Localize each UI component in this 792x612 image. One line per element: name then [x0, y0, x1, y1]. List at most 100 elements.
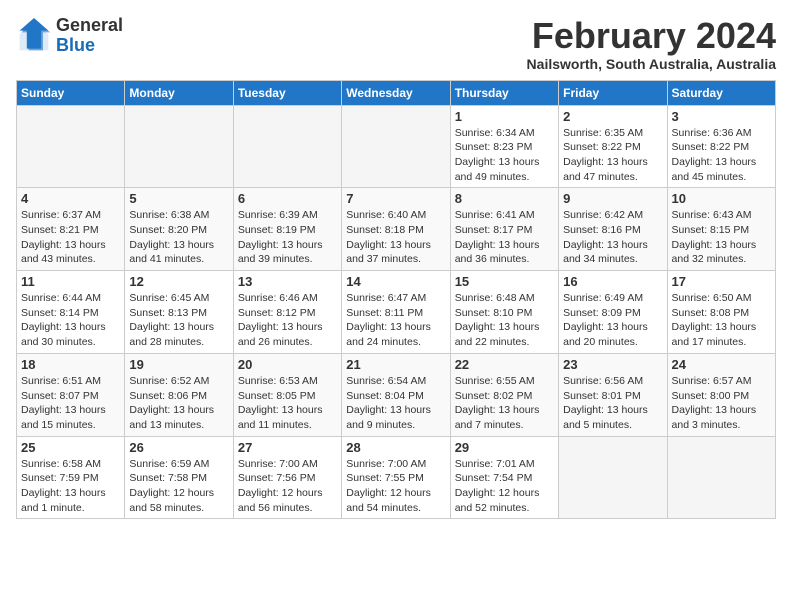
- day-number: 22: [455, 357, 554, 372]
- calendar-table: SundayMondayTuesdayWednesdayThursdayFrid…: [16, 80, 776, 520]
- day-number: 18: [21, 357, 120, 372]
- day-info: Sunrise: 6:47 AM Sunset: 8:11 PM Dayligh…: [346, 291, 445, 350]
- day-number: 7: [346, 191, 445, 206]
- calendar-cell: 23 Sunrise: 6:56 AM Sunset: 8:01 PM Dayli…: [559, 353, 667, 436]
- day-number: 2: [563, 109, 662, 124]
- calendar-cell: 12Sunrise: 6:45 AM Sunset: 8:13 PM Dayli…: [125, 271, 233, 354]
- calendar-cell: [125, 105, 233, 188]
- weekday-header-sunday: Sunday: [17, 80, 125, 105]
- day-info: Sunrise: 7:00 AM Sunset: 7:56 PM Dayligh…: [238, 457, 337, 516]
- day-number: 25: [21, 440, 120, 455]
- day-number: 5: [129, 191, 228, 206]
- day-info: Sunrise: 6:50 AM Sunset: 8:08 PM Dayligh…: [672, 291, 771, 350]
- day-number: 12: [129, 274, 228, 289]
- calendar-cell: [233, 105, 341, 188]
- day-info: Sunrise: 6:54 AM Sunset: 8:04 PM Dayligh…: [346, 374, 445, 433]
- day-info: Sunrise: 6:36 AM Sunset: 8:22 PM Dayligh…: [672, 126, 771, 185]
- day-number: 6: [238, 191, 337, 206]
- logo-icon: [16, 18, 52, 54]
- day-number: 20: [238, 357, 337, 372]
- day-info: Sunrise: 6:44 AM Sunset: 8:14 PM Dayligh…: [21, 291, 120, 350]
- day-info: Sunrise: 6:40 AM Sunset: 8:18 PM Dayligh…: [346, 208, 445, 267]
- calendar-cell: 28 Sunrise: 7:00 AM Sunset: 7:55 PM Dayli…: [342, 436, 450, 519]
- week-row-3: 11 Sunrise: 6:44 AM Sunset: 8:14 PM Dayli…: [17, 271, 776, 354]
- weekday-header-friday: Friday: [559, 80, 667, 105]
- day-number: 29: [455, 440, 554, 455]
- calendar-cell: 2 Sunrise: 6:35 AM Sunset: 8:22 PM Daylig…: [559, 105, 667, 188]
- calendar-cell: 18 Sunrise: 6:51 AM Sunset: 8:07 PM Dayli…: [17, 353, 125, 436]
- day-number: 21: [346, 357, 445, 372]
- calendar-cell: [667, 436, 775, 519]
- calendar-cell: 16 Sunrise: 6:49 AM Sunset: 8:09 PM Dayli…: [559, 271, 667, 354]
- weekday-header-saturday: Saturday: [667, 80, 775, 105]
- day-number: 1: [455, 109, 554, 124]
- day-number: 10: [672, 191, 771, 206]
- calendar-cell: 8Sunrise: 6:41 AM Sunset: 8:17 PM Daylig…: [450, 188, 558, 271]
- day-info: Sunrise: 6:53 AM Sunset: 8:05 PM Dayligh…: [238, 374, 337, 433]
- calendar-cell: 24 Sunrise: 6:57 AM Sunset: 8:00 PM Dayli…: [667, 353, 775, 436]
- day-info: Sunrise: 6:37 AM Sunset: 8:21 PM Dayligh…: [21, 208, 120, 267]
- page-header: General Blue February 2024 Nailsworth, S…: [16, 16, 776, 72]
- calendar-cell: 22 Sunrise: 6:55 AM Sunset: 8:02 PM Dayli…: [450, 353, 558, 436]
- day-info: Sunrise: 6:57 AM Sunset: 8:00 PM Dayligh…: [672, 374, 771, 433]
- day-info: Sunrise: 6:51 AM Sunset: 8:07 PM Dayligh…: [21, 374, 120, 433]
- calendar-cell: 25Sunrise: 6:58 AM Sunset: 7:59 PM Dayli…: [17, 436, 125, 519]
- calendar-cell: 3 Sunrise: 6:36 AM Sunset: 8:22 PM Daylig…: [667, 105, 775, 188]
- day-number: 3: [672, 109, 771, 124]
- day-number: 27: [238, 440, 337, 455]
- week-row-5: 25Sunrise: 6:58 AM Sunset: 7:59 PM Dayli…: [17, 436, 776, 519]
- logo-blue-text: Blue: [56, 35, 95, 55]
- day-info: Sunrise: 6:43 AM Sunset: 8:15 PM Dayligh…: [672, 208, 771, 267]
- day-number: 14: [346, 274, 445, 289]
- day-info: Sunrise: 7:01 AM Sunset: 7:54 PM Dayligh…: [455, 457, 554, 516]
- weekday-header-thursday: Thursday: [450, 80, 558, 105]
- calendar-cell: 4 Sunrise: 6:37 AM Sunset: 8:21 PM Daylig…: [17, 188, 125, 271]
- day-info: Sunrise: 6:56 AM Sunset: 8:01 PM Dayligh…: [563, 374, 662, 433]
- day-number: 26: [129, 440, 228, 455]
- day-info: Sunrise: 6:48 AM Sunset: 8:10 PM Dayligh…: [455, 291, 554, 350]
- calendar-cell: 13Sunrise: 6:46 AM Sunset: 8:12 PM Dayli…: [233, 271, 341, 354]
- day-info: Sunrise: 6:46 AM Sunset: 8:12 PM Dayligh…: [238, 291, 337, 350]
- calendar-cell: [17, 105, 125, 188]
- calendar-cell: 9Sunrise: 6:42 AM Sunset: 8:16 PM Daylig…: [559, 188, 667, 271]
- day-number: 16: [563, 274, 662, 289]
- weekday-header-row: SundayMondayTuesdayWednesdayThursdayFrid…: [17, 80, 776, 105]
- calendar-cell: 27 Sunrise: 7:00 AM Sunset: 7:56 PM Dayli…: [233, 436, 341, 519]
- weekday-header-tuesday: Tuesday: [233, 80, 341, 105]
- day-number: 19: [129, 357, 228, 372]
- day-number: 4: [21, 191, 120, 206]
- day-info: Sunrise: 6:49 AM Sunset: 8:09 PM Dayligh…: [563, 291, 662, 350]
- week-row-4: 18 Sunrise: 6:51 AM Sunset: 8:07 PM Dayli…: [17, 353, 776, 436]
- calendar-cell: 5 Sunrise: 6:38 AM Sunset: 8:20 PM Daylig…: [125, 188, 233, 271]
- day-info: Sunrise: 6:52 AM Sunset: 8:06 PM Dayligh…: [129, 374, 228, 433]
- calendar-cell: [559, 436, 667, 519]
- weekday-header-monday: Monday: [125, 80, 233, 105]
- calendar-cell: 6Sunrise: 6:39 AM Sunset: 8:19 PM Daylig…: [233, 188, 341, 271]
- day-number: 23: [563, 357, 662, 372]
- calendar-cell: 10 Sunrise: 6:43 AM Sunset: 8:15 PM Dayli…: [667, 188, 775, 271]
- calendar-cell: 17Sunrise: 6:50 AM Sunset: 8:08 PM Dayli…: [667, 271, 775, 354]
- logo: General Blue: [16, 16, 123, 56]
- day-info: Sunrise: 6:35 AM Sunset: 8:22 PM Dayligh…: [563, 126, 662, 185]
- calendar-cell: 29 Sunrise: 7:01 AM Sunset: 7:54 PM Dayli…: [450, 436, 558, 519]
- day-info: Sunrise: 6:55 AM Sunset: 8:02 PM Dayligh…: [455, 374, 554, 433]
- calendar-cell: 7 Sunrise: 6:40 AM Sunset: 8:18 PM Daylig…: [342, 188, 450, 271]
- calendar-cell: 11 Sunrise: 6:44 AM Sunset: 8:14 PM Dayli…: [17, 271, 125, 354]
- day-info: Sunrise: 6:59 AM Sunset: 7:58 PM Dayligh…: [129, 457, 228, 516]
- day-info: Sunrise: 6:42 AM Sunset: 8:16 PM Dayligh…: [563, 208, 662, 267]
- day-number: 11: [21, 274, 120, 289]
- calendar-cell: 19 Sunrise: 6:52 AM Sunset: 8:06 PM Dayli…: [125, 353, 233, 436]
- day-info: Sunrise: 7:00 AM Sunset: 7:55 PM Dayligh…: [346, 457, 445, 516]
- calendar-cell: 1Sunrise: 6:34 AM Sunset: 8:23 PM Daylig…: [450, 105, 558, 188]
- title-block: February 2024 Nailsworth, South Australi…: [527, 16, 776, 72]
- calendar-cell: 26 Sunrise: 6:59 AM Sunset: 7:58 PM Dayli…: [125, 436, 233, 519]
- logo-general-text: General: [56, 15, 123, 35]
- location: Nailsworth, South Australia, Australia: [527, 56, 776, 72]
- weekday-header-wednesday: Wednesday: [342, 80, 450, 105]
- day-number: 28: [346, 440, 445, 455]
- week-row-2: 4 Sunrise: 6:37 AM Sunset: 8:21 PM Daylig…: [17, 188, 776, 271]
- calendar-cell: 15Sunrise: 6:48 AM Sunset: 8:10 PM Dayli…: [450, 271, 558, 354]
- calendar-cell: 14 Sunrise: 6:47 AM Sunset: 8:11 PM Dayli…: [342, 271, 450, 354]
- day-number: 24: [672, 357, 771, 372]
- day-info: Sunrise: 6:38 AM Sunset: 8:20 PM Dayligh…: [129, 208, 228, 267]
